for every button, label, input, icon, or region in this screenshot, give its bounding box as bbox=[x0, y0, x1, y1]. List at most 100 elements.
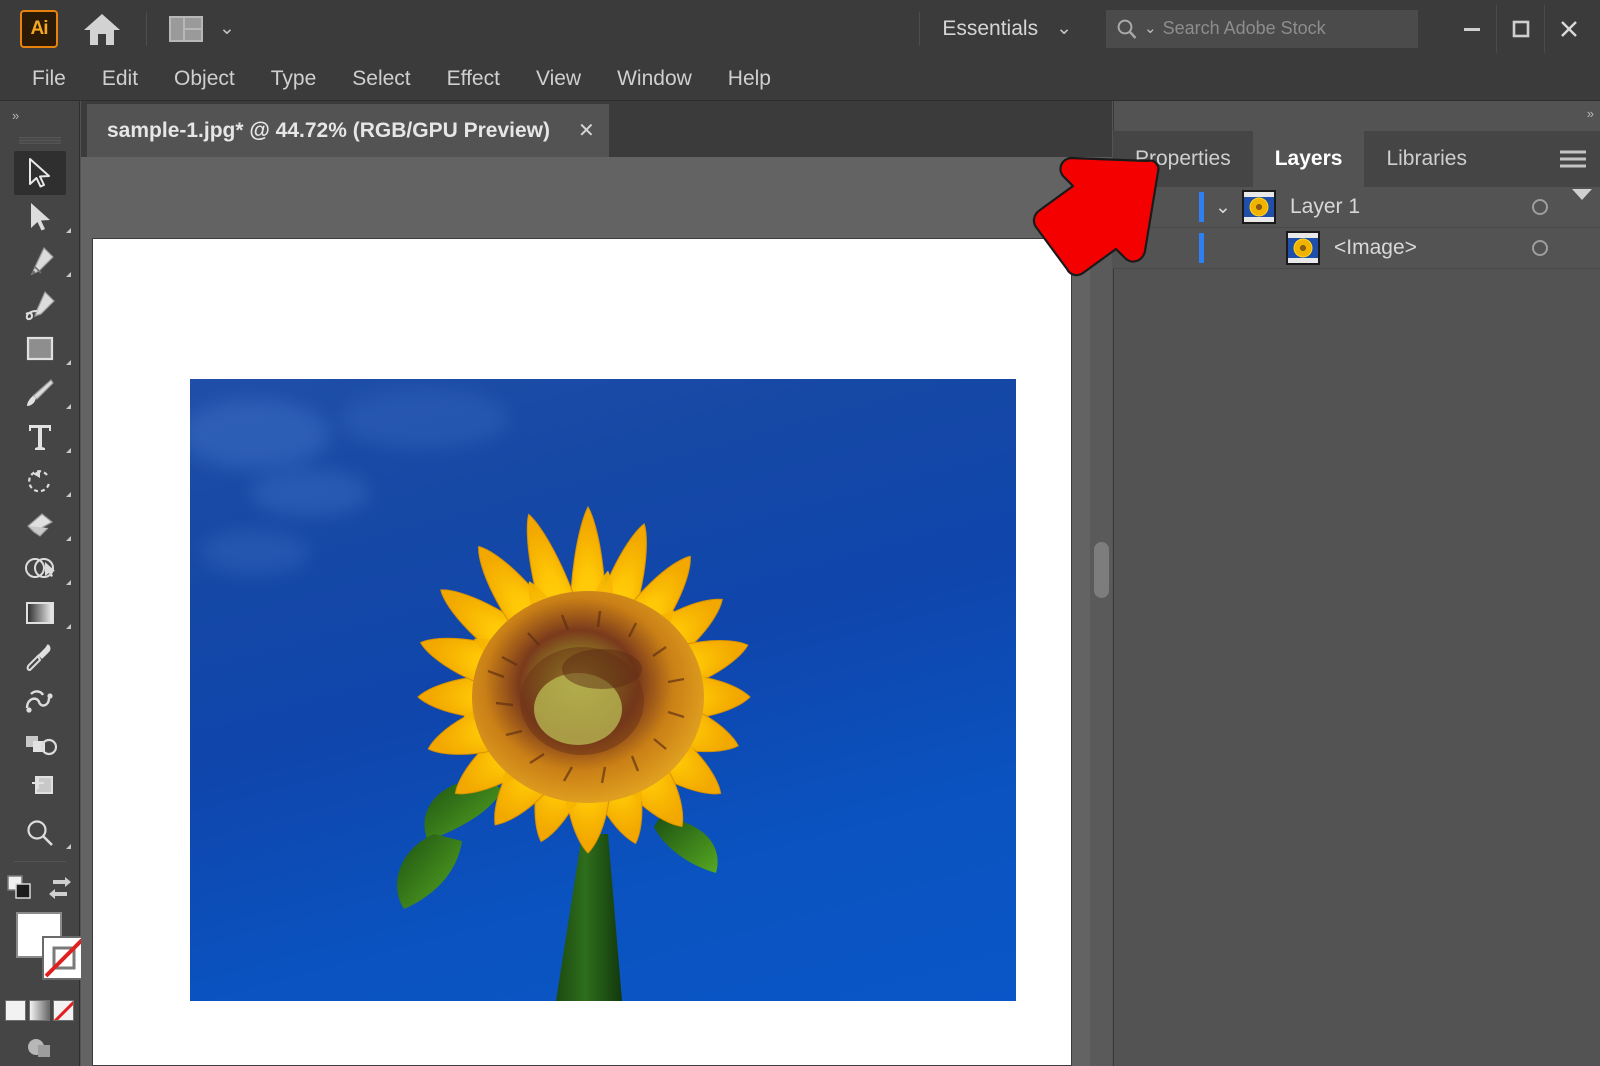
appbar-divider-2 bbox=[919, 11, 921, 46]
swap-fill-stroke-icon[interactable] bbox=[47, 876, 73, 905]
layer-thumbnail bbox=[1286, 231, 1320, 265]
tab-layers[interactable]: Layers bbox=[1252, 131, 1365, 187]
tool-flyout-indicator bbox=[66, 580, 71, 585]
close-button[interactable] bbox=[1544, 4, 1592, 53]
tool-flyout-indicator bbox=[66, 536, 71, 541]
layer-row-layer-1[interactable]: ⌄ Layer 1 bbox=[1113, 187, 1600, 228]
illustrator-window: Ai ⌄ Essentials ⌄ ⌄ Search Adobe Stock F… bbox=[0, 0, 1600, 1066]
menu-object[interactable]: Object bbox=[156, 63, 253, 95]
maximize-button[interactable] bbox=[1496, 4, 1544, 53]
scrollbar-thumb[interactable] bbox=[1094, 542, 1109, 598]
curvature-tool[interactable] bbox=[0, 283, 80, 327]
layer-row-image[interactable]: <Image> bbox=[1113, 228, 1600, 269]
eyedropper-tool[interactable] bbox=[0, 635, 80, 679]
rotate-tool[interactable] bbox=[0, 459, 80, 503]
minimize-button[interactable] bbox=[1448, 5, 1496, 53]
sunflower-artwork bbox=[396, 505, 751, 1001]
search-placeholder: Search Adobe Stock bbox=[1162, 18, 1326, 38]
panel-collapse-arrow-icon[interactable] bbox=[1572, 189, 1592, 200]
panel-expand-icon[interactable]: » bbox=[1587, 106, 1594, 121]
illustrator-logo-icon: Ai bbox=[20, 9, 58, 48]
tool-flyout-indicator bbox=[66, 228, 71, 233]
tab-libraries[interactable]: Libraries bbox=[1364, 131, 1489, 187]
workspace-layout-icon bbox=[169, 15, 203, 42]
right-dock-panel: » Properties Layers Libraries ⌄ Layer 1 … bbox=[1113, 101, 1600, 1066]
fill-stroke-swatches bbox=[0, 912, 86, 986]
screen-mode-icon[interactable] bbox=[0, 1035, 79, 1061]
menu-view[interactable]: View bbox=[518, 63, 599, 95]
canvas-vertical-scrollbar[interactable] bbox=[1090, 157, 1112, 1066]
layer-visibility-icon[interactable] bbox=[1113, 199, 1157, 215]
chevron-down-icon: ⌄ bbox=[219, 18, 235, 39]
search-adobe-stock-input[interactable]: ⌄ Search Adobe Stock bbox=[1106, 9, 1418, 48]
eraser-tool[interactable] bbox=[0, 503, 80, 547]
appbar-divider-1 bbox=[146, 11, 147, 46]
artboard-tool[interactable] bbox=[0, 767, 80, 811]
pen-tool[interactable] bbox=[0, 239, 80, 283]
canvas-area[interactable] bbox=[81, 157, 1112, 1066]
gradient-tool[interactable] bbox=[0, 591, 80, 635]
workspace-name-label: Essentials bbox=[942, 16, 1039, 40]
tool-flyout-indicator bbox=[66, 492, 71, 497]
close-document-icon[interactable]: ✕ bbox=[574, 114, 609, 147]
tool-flyout-indicator bbox=[66, 844, 71, 849]
workspace-switcher[interactable]: Essentials ⌄ bbox=[942, 17, 1072, 41]
placed-image-sunflower[interactable] bbox=[190, 379, 1016, 1001]
chevron-down-icon: ⌄ bbox=[1056, 18, 1072, 39]
layer-disclosure-triangle[interactable]: ⌄ bbox=[1204, 196, 1242, 219]
tab-properties[interactable]: Properties bbox=[1113, 131, 1253, 187]
menu-effect[interactable]: Effect bbox=[429, 63, 518, 95]
color-swatch[interactable] bbox=[5, 1000, 26, 1021]
layer-name-label[interactable]: <Image> bbox=[1320, 236, 1417, 260]
type-tool[interactable] bbox=[0, 415, 80, 459]
layers-list: ⌄ Layer 1 <Image> bbox=[1113, 187, 1600, 269]
menu-bar: File Edit Object Type Select Effect View… bbox=[0, 57, 1600, 101]
tool-flyout-indicator bbox=[66, 448, 71, 453]
toolbar-expand-icon[interactable]: » bbox=[0, 101, 79, 129]
panel-menu-icon[interactable] bbox=[1560, 147, 1586, 172]
toolbar-divider bbox=[13, 861, 66, 862]
selection-tool[interactable] bbox=[14, 151, 66, 195]
menu-select[interactable]: Select bbox=[334, 63, 428, 95]
tool-flyout-indicator bbox=[66, 624, 71, 629]
tool-flyout-indicator bbox=[66, 404, 71, 409]
color-mode-swatches bbox=[0, 1000, 79, 1021]
document-tab[interactable]: sample-1.jpg* @ 44.72% (RGB/GPU Preview)… bbox=[87, 104, 609, 157]
chevron-down-icon: ⌄ bbox=[1144, 20, 1157, 37]
tool-flyout-indicator bbox=[66, 272, 71, 277]
window-controls bbox=[1448, 4, 1592, 53]
rectangle-tool[interactable] bbox=[0, 327, 80, 371]
layer-visibility-icon[interactable] bbox=[1113, 240, 1157, 256]
toolbar-drag-handle[interactable] bbox=[0, 129, 79, 151]
zoom-tool[interactable] bbox=[0, 811, 80, 855]
application-bar: Ai ⌄ Essentials ⌄ ⌄ Search Adobe Stock bbox=[0, 0, 1600, 57]
tools-panel: » bbox=[0, 101, 86, 1066]
target-circle-icon[interactable] bbox=[1532, 240, 1548, 256]
direct-selection-tool[interactable] bbox=[0, 195, 80, 239]
document-tab-title: sample-1.jpg* @ 44.72% (RGB/GPU Preview) bbox=[107, 118, 550, 142]
menu-edit[interactable]: Edit bbox=[84, 63, 156, 95]
menu-file[interactable]: File bbox=[14, 63, 84, 95]
blend-tool[interactable] bbox=[0, 679, 80, 723]
layer-thumbnail bbox=[1242, 190, 1276, 224]
symbol-sprayer-tool[interactable] bbox=[0, 723, 80, 767]
artboard[interactable] bbox=[92, 238, 1072, 1066]
tool-flyout-indicator bbox=[66, 360, 71, 365]
arrange-documents-button[interactable]: ⌄ bbox=[169, 15, 235, 42]
layer-selection-indicator bbox=[1199, 233, 1204, 263]
layer-name-label[interactable]: Layer 1 bbox=[1276, 195, 1360, 219]
gradient-swatch[interactable] bbox=[29, 1000, 50, 1021]
menu-window[interactable]: Window bbox=[599, 63, 710, 95]
panel-header-strip: » bbox=[1113, 101, 1600, 131]
none-swatch[interactable] bbox=[53, 1000, 74, 1021]
home-icon[interactable] bbox=[80, 7, 124, 51]
target-circle-icon[interactable] bbox=[1532, 199, 1548, 215]
panel-tab-strip: Properties Layers Libraries bbox=[1113, 131, 1600, 187]
default-fill-stroke-icon[interactable] bbox=[6, 874, 34, 907]
search-icon bbox=[1117, 19, 1137, 39]
paintbrush-tool[interactable] bbox=[0, 371, 80, 415]
menu-type[interactable]: Type bbox=[253, 63, 335, 95]
shape-builder-tool[interactable] bbox=[0, 547, 80, 591]
menu-help[interactable]: Help bbox=[710, 63, 789, 95]
stroke-color-swatch[interactable] bbox=[42, 936, 86, 980]
